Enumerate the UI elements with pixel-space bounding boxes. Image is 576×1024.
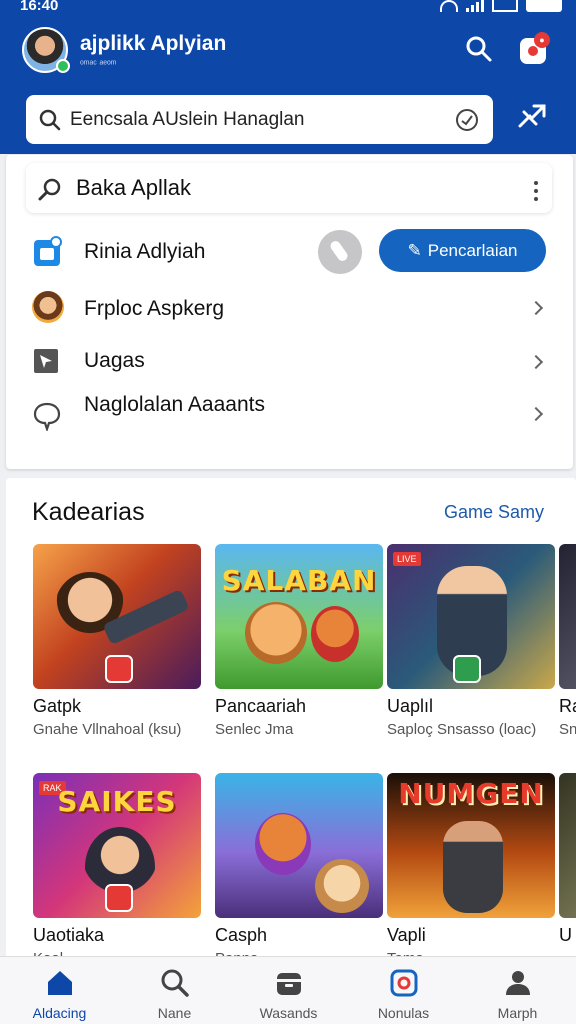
menu-row-label: Uagas (84, 349, 145, 372)
soldier-character (443, 821, 503, 913)
status-icons (440, 0, 562, 12)
search-pill-button[interactable]: ✎ Pencarlaian (379, 229, 546, 272)
game-subtitle: Saploç Snsasso (loac) (387, 721, 537, 738)
game-badge-icon (453, 655, 481, 683)
menu-row-label: Frploc Aspkerg (84, 297, 225, 320)
profile-icon (32, 291, 64, 323)
game-name: Uaplıl (387, 696, 434, 716)
game-subtitle: Sn (559, 721, 576, 738)
nav-search[interactable]: Nane (117, 957, 232, 1024)
nav-notifications[interactable]: Nonulas (346, 957, 461, 1024)
status-time: 16:40 (20, 0, 59, 14)
nav-store[interactable]: Wasands (231, 957, 346, 1024)
game-name: Uaotiaka (33, 925, 105, 945)
game-poster-title: SAIKES (57, 785, 177, 818)
game-poster-title: SALABAN (221, 564, 377, 597)
app-header: 16:40 ajplikk Aplyian ᵒᵐᵃᶜ ᵃᵉᵒᵐ ● Eencsa… (0, 0, 576, 154)
bottom-navigation: Aldacing Nane Wasands Nonulas Marph (0, 956, 576, 1024)
nav-label: Wasands (259, 1005, 318, 1021)
status-bar: 16:40 (0, 0, 576, 18)
chevron-right-icon (528, 406, 544, 422)
game-name: Ra (559, 696, 576, 716)
notification-count: ● (534, 32, 550, 48)
chevron-right-icon (528, 354, 544, 370)
game-badge-icon (105, 655, 133, 683)
fox-character (311, 606, 359, 662)
menu-row-frploc[interactable]: Frploc Aspkerg (6, 289, 573, 329)
search-icon (38, 178, 61, 201)
battery-icon (526, 0, 562, 12)
bear-character (315, 859, 369, 913)
menu-row-uagas[interactable]: Uagas (6, 345, 573, 379)
game-name: U (559, 925, 572, 945)
game-badge-icon (105, 884, 133, 912)
section-title: Kadearias (32, 498, 145, 526)
share-button[interactable] (514, 98, 550, 134)
pencil-icon: ✎ (407, 240, 422, 260)
game-name: Pancaariah (215, 696, 307, 716)
notification-dot (528, 46, 538, 56)
notifications-button[interactable]: ● (520, 32, 552, 66)
live-tag: LIVE (393, 552, 421, 566)
app-search-label: Baka Apllak (76, 175, 191, 200)
game-tile-6[interactable] (215, 773, 383, 918)
notification-icon: ● (520, 32, 550, 64)
chat-bubble-icon (33, 402, 61, 431)
game-subtitle: Gnahe Vllnahoal (ksu) (33, 721, 182, 738)
game-subtitle: Senlec Jma (215, 721, 294, 738)
header-search-text: Eencsala AUslein Hanaglan (70, 109, 305, 130)
game-tile-2[interactable]: SALABAN (215, 544, 383, 689)
games-section: Kadearias Game Samy SALABAN LIVE Gatpk G… (6, 478, 576, 968)
menu-card: Baka Apllak Rinia Adlyiah ✎ Pencarlaian … (6, 155, 573, 469)
search-icon (161, 969, 189, 997)
app-subtitle: ᵒᵐᵃᶜ ᵃᵉᵒᵐ (80, 59, 117, 70)
menu-row-label: Rinia Adlyiah (84, 240, 206, 263)
search-icon (466, 36, 492, 62)
game-tile-4[interactable] (559, 544, 576, 689)
box-icon (492, 0, 518, 12)
search-icon (39, 109, 61, 131)
signal-icon (466, 0, 484, 12)
game-tile-5[interactable]: RAK SAIKES (33, 773, 201, 918)
person-icon (506, 971, 530, 995)
search-pill-label: Pencarlaian (427, 240, 518, 260)
game-tile-1[interactable] (33, 544, 201, 689)
game-tile-3[interactable]: LIVE (387, 544, 555, 689)
refresh-icon[interactable] (454, 107, 480, 133)
arrows-icon (518, 104, 546, 128)
nav-label: Nonulas (377, 1005, 430, 1021)
profile-avatar[interactable] (22, 27, 70, 73)
game-name: Gatpk (33, 696, 82, 716)
menu-row-naglolalan[interactable]: Naglolalan Aaaants (6, 391, 573, 447)
header-search-button[interactable] (464, 34, 494, 64)
nav-label: Nane (157, 1005, 192, 1021)
nav-label: Marph (497, 1005, 538, 1021)
game-tile-8[interactable] (559, 773, 576, 918)
wifi-icon (440, 0, 458, 12)
see-all-link[interactable]: Game Samy (444, 502, 544, 523)
game-poster-title: NUMGEN (398, 777, 544, 810)
nav-home[interactable]: Aldacing (2, 957, 117, 1024)
app-search-field[interactable]: Baka Apllak (26, 163, 552, 213)
cat-character (255, 813, 311, 875)
cursor-box-icon (34, 349, 58, 373)
instagram-icon (390, 969, 418, 997)
dog-character (245, 602, 307, 664)
game-tile-7[interactable]: NUMGEN (387, 773, 555, 918)
home-icon (48, 971, 72, 995)
menu-row-label: Naglolalan Aaaants (84, 393, 265, 416)
menu-row-rinia[interactable]: Rinia Adlyiah ✎ Pencarlaian (6, 229, 573, 274)
mic-button[interactable] (318, 230, 362, 274)
app-name: ajplikk Aplyian (80, 32, 227, 55)
game-name: Casph (215, 925, 268, 945)
nav-profile[interactable]: Marph (460, 957, 575, 1024)
chevron-right-icon (528, 300, 544, 316)
more-icon[interactable] (534, 181, 538, 201)
app-box-icon (34, 236, 62, 266)
game-name: Vapli (387, 925, 426, 945)
header-search-bar[interactable]: Eencsala AUslein Hanaglan (26, 95, 493, 144)
nav-label: Aldacing (32, 1005, 87, 1021)
online-badge (56, 59, 70, 73)
store-icon (277, 973, 301, 995)
